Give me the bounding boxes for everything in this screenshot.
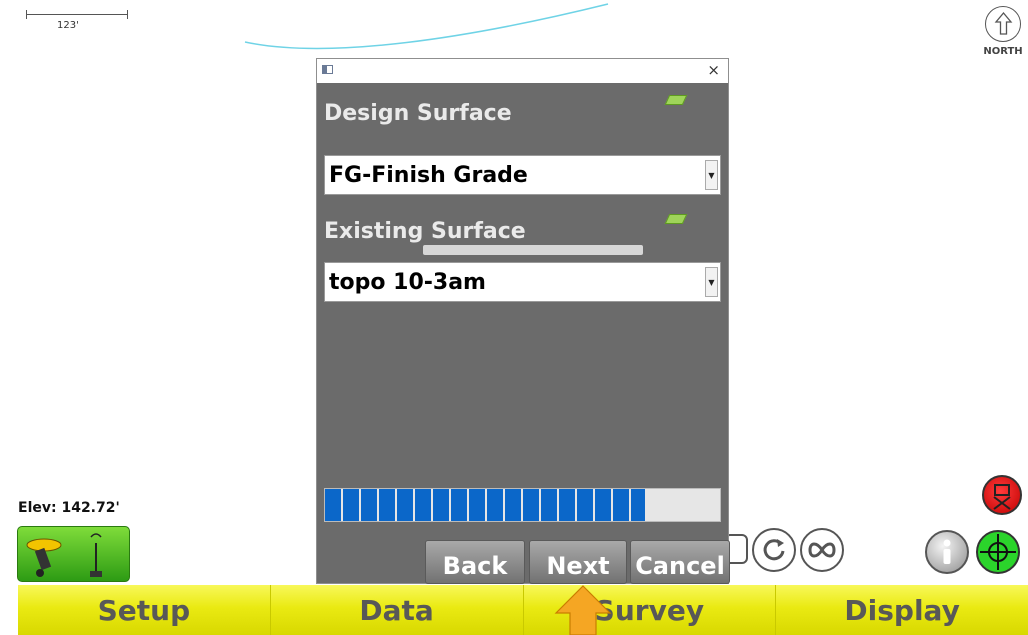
app-stage: 123' NORTH Elev: 142.72' Setup Data Surv… — [0, 0, 1028, 635]
highlight-arrow-icon — [554, 585, 612, 635]
cancel-button[interactable]: Cancel — [630, 540, 730, 584]
gps-status-button[interactable] — [17, 526, 130, 582]
dialog-titlebar: × — [317, 59, 728, 83]
north-indicator[interactable]: NORTH — [983, 6, 1023, 68]
alert-icon[interactable] — [982, 475, 1022, 515]
infinity-icon[interactable] — [800, 528, 844, 572]
elevation-readout: Elev: 142.72' — [18, 500, 120, 516]
existing-surface-select[interactable]: topo 10-3am ▼ — [324, 262, 721, 302]
chevron-down-icon[interactable]: ▼ — [705, 267, 718, 297]
chevron-down-icon[interactable]: ▼ — [705, 160, 718, 190]
design-surface-label: Design Surface — [324, 101, 512, 126]
target-crosshair-icon[interactable] — [976, 530, 1020, 574]
tab-display[interactable]: Display — [776, 585, 1028, 635]
surface-icon — [664, 214, 688, 224]
existing-surface-label: Existing Surface — [324, 219, 526, 244]
back-button[interactable]: Back — [425, 540, 525, 584]
next-button[interactable]: Next — [529, 540, 627, 584]
existing-surface-value: topo 10-3am — [329, 270, 486, 295]
tab-setup[interactable]: Setup — [18, 585, 271, 635]
tab-data[interactable]: Data — [270, 585, 524, 635]
progress-bar — [324, 488, 721, 522]
progress-fill — [325, 489, 645, 521]
bottom-nav: Setup Data Survey Display — [18, 585, 1028, 635]
close-button[interactable]: × — [707, 61, 720, 79]
north-arrow-icon — [985, 6, 1021, 42]
map-tool-group — [724, 528, 844, 572]
design-surface-value: FG-Finish Grade — [329, 163, 528, 188]
antenna-icon — [90, 533, 102, 577]
window-icon — [322, 65, 333, 74]
scale-label: 123' — [57, 20, 79, 31]
info-icon[interactable] — [925, 530, 969, 574]
design-surface-select[interactable]: FG-Finish Grade ▼ — [324, 155, 721, 195]
rotate-icon[interactable] — [752, 528, 796, 572]
surface-icon — [664, 95, 688, 105]
north-label: NORTH — [983, 46, 1023, 57]
gps-receiver-icon — [26, 533, 102, 577]
scrollbar-thumb[interactable] — [423, 245, 643, 255]
surface-selection-dialog: × Design Surface FG-Finish Grade ▼ Exist… — [316, 58, 730, 584]
